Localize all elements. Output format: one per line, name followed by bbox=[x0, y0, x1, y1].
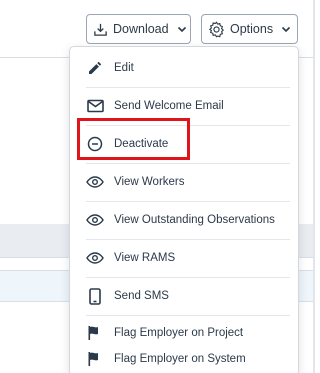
options-dropdown-menu: Edit Send Welcome Email Deactivate View … bbox=[69, 46, 299, 373]
menu-item-view-outstanding-observations[interactable]: View Outstanding Observations bbox=[86, 201, 292, 239]
flag-icon bbox=[86, 324, 104, 342]
scrollbar-edge bbox=[313, 0, 315, 373]
menu-item-label: View Outstanding Observations bbox=[114, 214, 275, 226]
menu-item-label: View RAMS bbox=[114, 252, 176, 264]
chevron-down-icon bbox=[280, 23, 292, 35]
menu-item-label: Flag Employer on System bbox=[114, 353, 246, 365]
gear-icon bbox=[208, 20, 225, 38]
eye-icon bbox=[86, 249, 104, 267]
menu-item-edit[interactable]: Edit bbox=[86, 49, 292, 87]
envelope-icon bbox=[86, 97, 104, 115]
menu-item-label: Send SMS bbox=[114, 290, 169, 302]
download-icon bbox=[93, 22, 108, 37]
menu-item-flag-employer-system[interactable]: Flag Employer on System bbox=[86, 341, 292, 373]
phone-icon bbox=[86, 287, 104, 305]
eye-icon bbox=[86, 173, 104, 191]
download-label: Download bbox=[113, 22, 169, 36]
menu-item-label: Flag Employer on Project bbox=[114, 327, 244, 339]
options-button[interactable]: Options bbox=[201, 14, 298, 44]
options-label: Options bbox=[230, 22, 274, 36]
download-button[interactable]: Download bbox=[86, 14, 191, 44]
menu-item-label: Edit bbox=[114, 62, 134, 74]
menu-item-send-sms[interactable]: Send SMS bbox=[86, 277, 292, 315]
pencil-icon bbox=[86, 59, 104, 77]
menu-item-label: View Workers bbox=[114, 176, 185, 188]
menu-item-label: Send Welcome Email bbox=[114, 100, 224, 112]
flag-icon bbox=[86, 350, 104, 368]
highlight-box bbox=[77, 118, 190, 160]
chevron-down-icon bbox=[176, 23, 188, 35]
menu-item-view-rams[interactable]: View RAMS bbox=[86, 239, 292, 277]
menu-item-view-workers[interactable]: View Workers bbox=[86, 163, 292, 201]
eye-icon bbox=[86, 211, 104, 229]
